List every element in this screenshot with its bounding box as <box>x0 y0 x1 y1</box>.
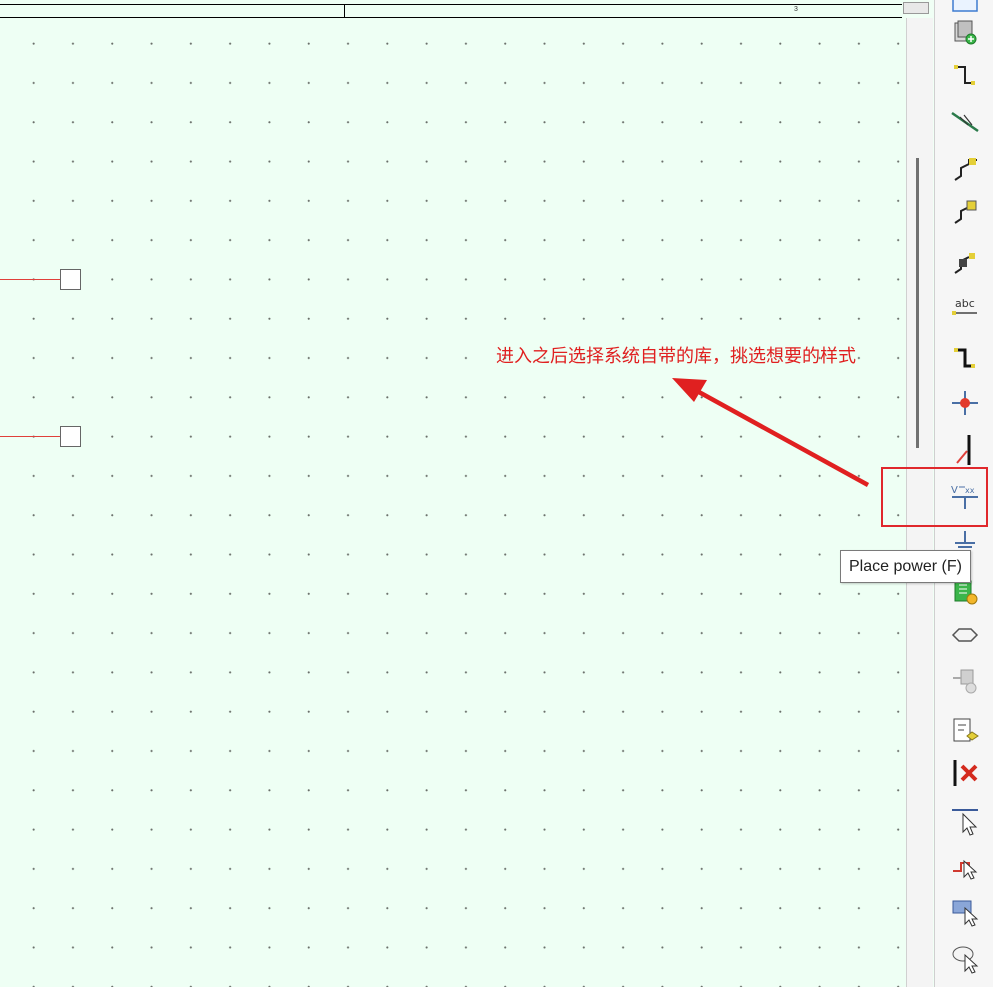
annotation-arrow <box>672 378 870 487</box>
highlight-box <box>881 467 988 527</box>
tooltip: Place power (F) <box>840 550 971 583</box>
